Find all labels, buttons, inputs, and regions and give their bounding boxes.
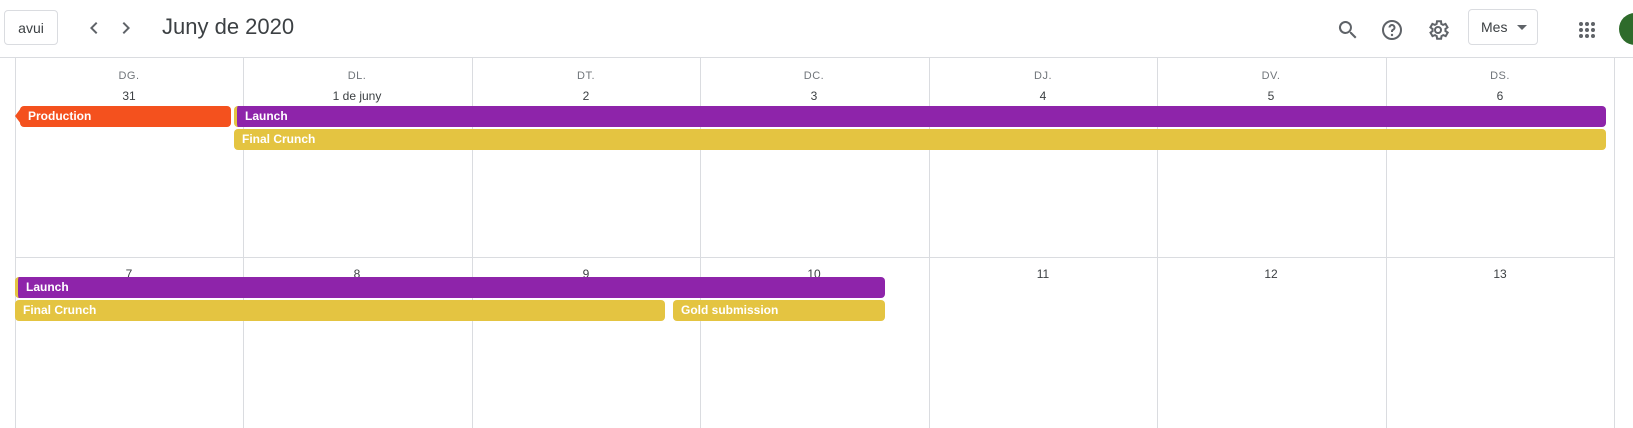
weekday-thu: DJ. bbox=[1034, 70, 1052, 82]
view-select-label: Mes bbox=[1481, 19, 1508, 35]
month-grid: DG. DL. DT. DC. DJ. DV. DS. 31 1 de juny… bbox=[15, 58, 1615, 428]
weekday-mon: DL. bbox=[347, 70, 367, 82]
day-number[interactable]: 4 bbox=[929, 89, 1157, 103]
weekday-fri: DV. bbox=[1261, 70, 1281, 82]
calendar-header: avui Juny de 2020 Mes bbox=[0, 0, 1633, 58]
week-divider bbox=[15, 257, 1615, 258]
day-number[interactable]: 5 bbox=[1157, 89, 1385, 103]
help-icon bbox=[1382, 20, 1402, 40]
apps-button[interactable] bbox=[1567, 10, 1607, 50]
today-button[interactable]: avui bbox=[4, 10, 58, 45]
day-number[interactable]: 11 bbox=[929, 267, 1157, 281]
event-final-crunch[interactable]: Final Crunch bbox=[234, 129, 1606, 150]
settings-button[interactable] bbox=[1418, 10, 1458, 50]
previous-month-button[interactable] bbox=[78, 12, 110, 44]
day-number[interactable]: 2 bbox=[472, 89, 700, 103]
weekday-sat: DS. bbox=[1490, 70, 1510, 82]
grid-divider bbox=[1614, 58, 1615, 428]
avatar[interactable] bbox=[1619, 13, 1633, 45]
page-title: Juny de 2020 bbox=[162, 14, 295, 39]
day-number[interactable]: 13 bbox=[1386, 267, 1614, 281]
chevron-right-icon bbox=[122, 22, 130, 34]
next-month-button[interactable] bbox=[110, 12, 142, 44]
help-button[interactable] bbox=[1372, 10, 1412, 50]
settings-icon bbox=[1429, 20, 1450, 40]
event-final-crunch[interactable]: Final Crunch bbox=[15, 300, 665, 321]
day-number[interactable]: 12 bbox=[1157, 267, 1385, 281]
search-icon bbox=[1338, 21, 1357, 39]
event-launch[interactable]: Launch bbox=[15, 277, 885, 298]
day-number[interactable]: 3 bbox=[700, 89, 928, 103]
dropdown-caret-icon bbox=[1517, 25, 1527, 30]
apps-grid-icon bbox=[1579, 22, 1595, 38]
event-gold-submission[interactable]: Gold submission bbox=[673, 300, 885, 321]
view-select[interactable]: Mes bbox=[1468, 9, 1538, 45]
weekday-sun: DG. bbox=[118, 70, 140, 82]
day-number[interactable]: 6 bbox=[1386, 89, 1614, 103]
search-button[interactable] bbox=[1328, 10, 1368, 50]
day-number[interactable]: 31 bbox=[15, 89, 243, 103]
event-production[interactable]: Production bbox=[20, 106, 231, 127]
weekday-wed: DC. bbox=[803, 70, 825, 82]
day-number[interactable]: 1 de juny bbox=[243, 89, 471, 103]
weekday-tue: DT. bbox=[577, 70, 595, 82]
chevron-left-icon bbox=[90, 22, 98, 34]
event-launch[interactable]: Launch bbox=[234, 106, 1606, 127]
